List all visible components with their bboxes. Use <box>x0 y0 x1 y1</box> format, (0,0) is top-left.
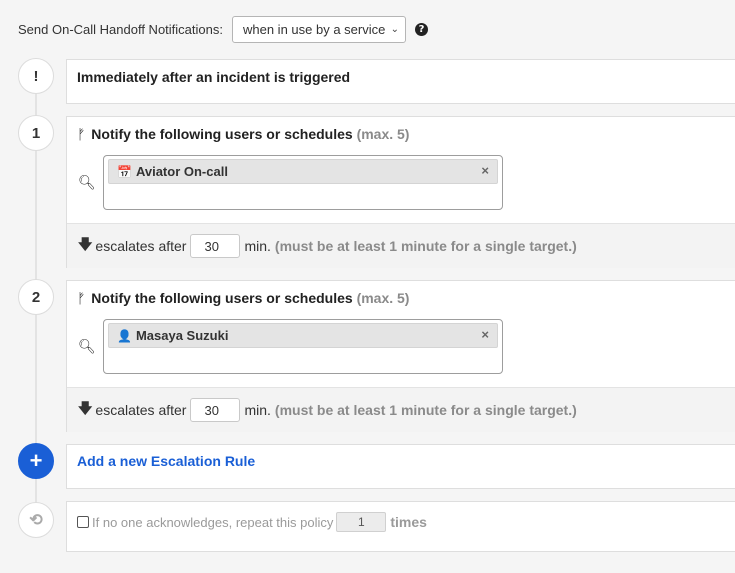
rule-2-target-name: Masaya Suzuki <box>135 328 229 343</box>
repeat-checkbox[interactable] <box>77 516 89 528</box>
repeat-row: If no one acknowledges, repeat this poli… <box>77 512 427 532</box>
rule-1-min-note: (must be at least 1 minute for a single … <box>274 238 577 254</box>
search-icon: 🔍︎ <box>78 338 96 354</box>
rule-2-max-note: (max. 5) <box>356 290 410 306</box>
rule-2-card: ᚠ Notify the following users or schedule… <box>66 280 735 432</box>
rule-1-target-input[interactable]: 📅 Aviator On-call × <box>103 155 503 210</box>
user-icon: 👤 <box>117 328 132 343</box>
rule-1-max-note: (max. 5) <box>356 126 410 142</box>
rule-1-marker: 1 <box>18 115 54 151</box>
rule-2-escalate-label: escalates after <box>95 402 187 418</box>
rule-2-heading: ᚠ Notify the following users or schedule… <box>77 290 409 306</box>
repeat-card: If no one acknowledges, repeat this poli… <box>66 501 735 552</box>
arrow-down-icon: 🡇 <box>78 236 93 252</box>
chevron-down-icon: ⌄ <box>390 24 399 35</box>
rule-2-marker: 2 <box>18 279 54 315</box>
help-icon[interactable]: ? <box>414 23 428 36</box>
add-rule-card: Add a new Escalation Rule <box>66 444 735 489</box>
arrow-down-icon: 🡇 <box>78 400 93 416</box>
handoff-select[interactable]: when in use by a service ⌄ <box>231 16 406 43</box>
rule-1-escalate-label: escalates after <box>95 238 187 254</box>
remove-target-button[interactable]: × <box>481 163 489 178</box>
repeat-icon: ⟲ <box>18 502 54 538</box>
rule-2-min-note: (must be at least 1 minute for a single … <box>274 402 577 418</box>
rule-1-card: ᚠ Notify the following users or schedule… <box>66 116 735 268</box>
add-rule-button-icon[interactable]: + <box>18 443 54 479</box>
rule-2-target-input[interactable]: 👤 Masaya Suzuki × <box>103 319 503 374</box>
rule-2-escalate-bar: 🡇 escalates after 30 min. (must be at le… <box>67 387 735 432</box>
handoff-label: Send On-Call Handoff Notifications: <box>18 22 223 37</box>
trigger-title: Immediately after an incident is trigger… <box>77 69 351 85</box>
search-icon: 🔍︎ <box>78 174 96 190</box>
calendar-icon: 📅 <box>117 164 132 179</box>
rule-2-target-tag: 👤 Masaya Suzuki × <box>108 323 498 348</box>
route-icon: ᚠ <box>77 290 86 306</box>
add-escalation-rule-link[interactable]: Add a new Escalation Rule <box>77 453 255 469</box>
repeat-count-input[interactable]: 1 <box>336 512 387 532</box>
rule-1-target-tag: 📅 Aviator On-call × <box>108 159 498 184</box>
rule-1-min-label: min. <box>244 238 271 254</box>
remove-target-button[interactable]: × <box>481 327 489 342</box>
trigger-marker: ! <box>18 58 54 94</box>
rule-1-heading-text: Notify the following users or schedules <box>91 126 353 142</box>
rule-2-minutes-input[interactable]: 30 <box>190 398 241 422</box>
handoff-select-value: when in use by a service <box>242 22 386 37</box>
repeat-label: If no one acknowledges, repeat this poli… <box>92 514 334 530</box>
trigger-card: Immediately after an incident is trigger… <box>66 59 735 104</box>
rule-1-minutes-input[interactable]: 30 <box>190 234 241 258</box>
repeat-times-label: times <box>390 514 427 530</box>
rule-1-escalate-bar: 🡇 escalates after 30 min. (must be at le… <box>67 223 735 268</box>
handoff-setting: Send On-Call Handoff Notifications: when… <box>18 16 428 43</box>
rule-1-heading: ᚠ Notify the following users or schedule… <box>77 126 409 142</box>
rule-1-target-name: Aviator On-call <box>135 164 228 179</box>
route-icon: ᚠ <box>77 126 86 142</box>
rule-2-min-label: min. <box>244 402 271 418</box>
rule-2-heading-text: Notify the following users or schedules <box>91 290 353 306</box>
